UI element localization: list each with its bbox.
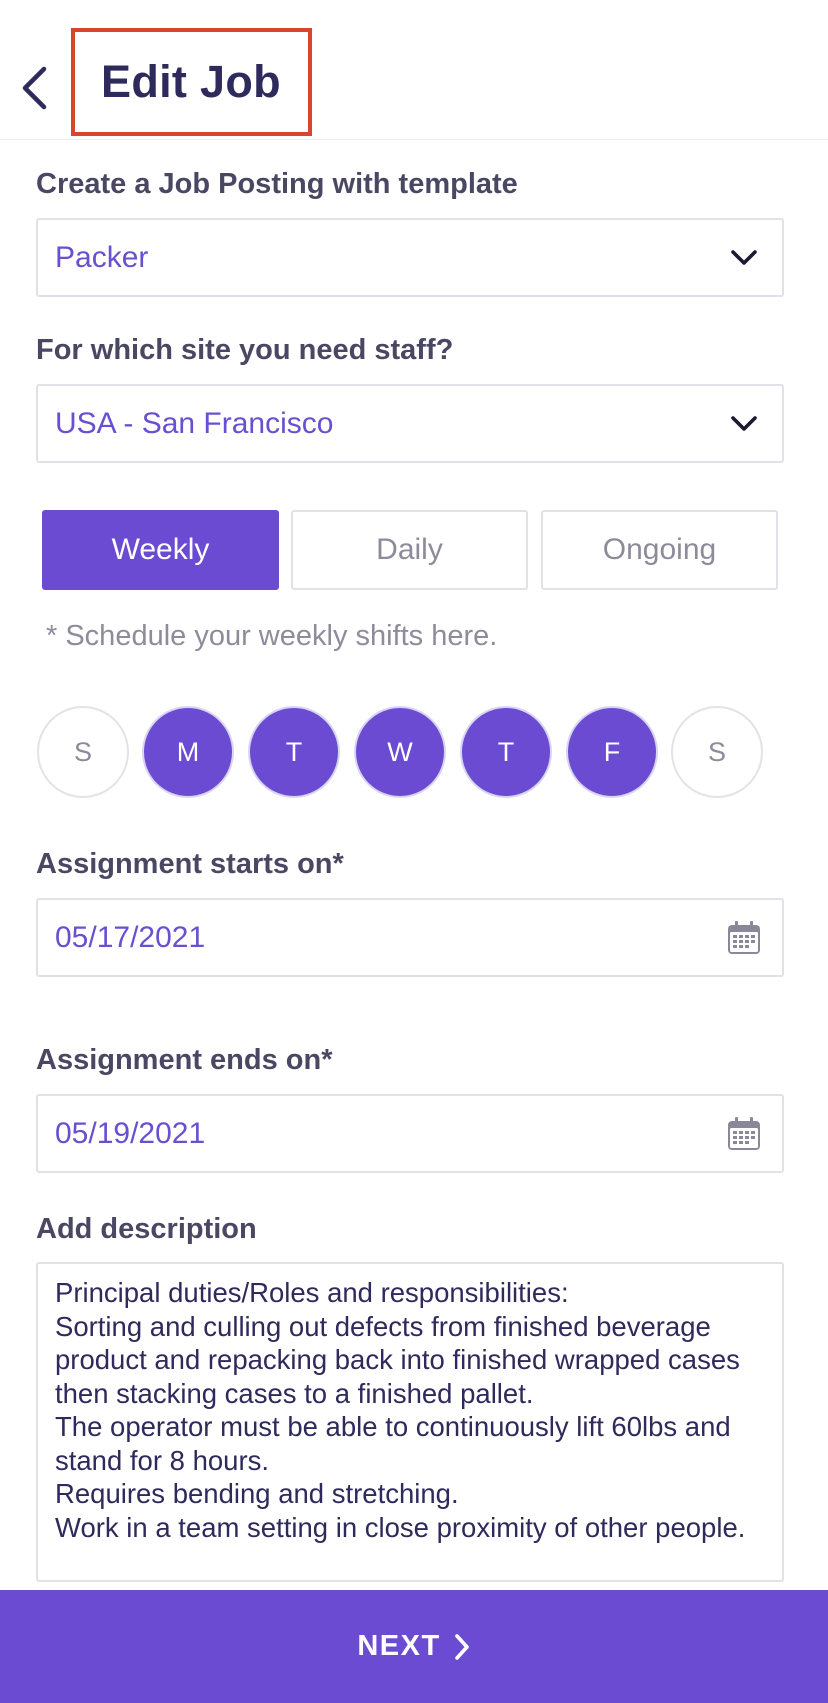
site-select[interactable]: USA - San Francisco bbox=[36, 384, 784, 463]
day-thursday[interactable]: T bbox=[460, 706, 552, 798]
start-date-label: Assignment starts on* bbox=[36, 848, 344, 880]
tab-weekly[interactable]: Weekly bbox=[42, 510, 279, 590]
chevron-right-icon bbox=[453, 1633, 471, 1661]
next-button[interactable]: NEXT bbox=[0, 1590, 828, 1703]
calendar-icon[interactable] bbox=[726, 1116, 762, 1152]
template-select[interactable]: Packer bbox=[36, 218, 784, 297]
next-label: NEXT bbox=[357, 1630, 441, 1662]
day-saturday[interactable]: S bbox=[671, 706, 763, 798]
calendar-icon[interactable] bbox=[726, 920, 762, 956]
page-title: Edit Job bbox=[101, 56, 281, 107]
start-date-value: 05/17/2021 bbox=[55, 920, 206, 954]
day-friday[interactable]: F bbox=[566, 706, 658, 798]
chevron-down-icon bbox=[726, 240, 762, 276]
description-label: Add description bbox=[36, 1213, 257, 1245]
day-monday[interactable]: M bbox=[142, 706, 234, 798]
template-label: Create a Job Posting with template bbox=[36, 168, 518, 200]
day-wednesday[interactable]: W bbox=[354, 706, 446, 798]
end-date-input[interactable]: 05/19/2021 bbox=[36, 1094, 784, 1173]
tab-ongoing[interactable]: Ongoing bbox=[541, 510, 778, 590]
start-date-input[interactable]: 05/17/2021 bbox=[36, 898, 784, 977]
chevron-left-icon bbox=[22, 66, 47, 110]
template-value: Packer bbox=[55, 240, 149, 274]
end-date-label: Assignment ends on* bbox=[36, 1044, 333, 1076]
back-button[interactable] bbox=[14, 60, 54, 116]
app-header: Edit Job bbox=[0, 0, 828, 140]
day-sunday[interactable]: S bbox=[37, 706, 129, 798]
site-value: USA - San Francisco bbox=[55, 406, 334, 440]
tab-daily[interactable]: Daily bbox=[291, 510, 528, 590]
end-date-value: 05/19/2021 bbox=[55, 1116, 206, 1150]
site-label: For which site you need staff? bbox=[36, 334, 454, 366]
schedule-hint: * Schedule your weekly shifts here. bbox=[46, 620, 498, 652]
page-title-highlight: Edit Job bbox=[71, 28, 312, 136]
day-tuesday[interactable]: T bbox=[248, 706, 340, 798]
chevron-down-icon bbox=[726, 406, 762, 442]
description-textarea[interactable]: Principal duties/Roles and responsibilit… bbox=[36, 1262, 784, 1582]
